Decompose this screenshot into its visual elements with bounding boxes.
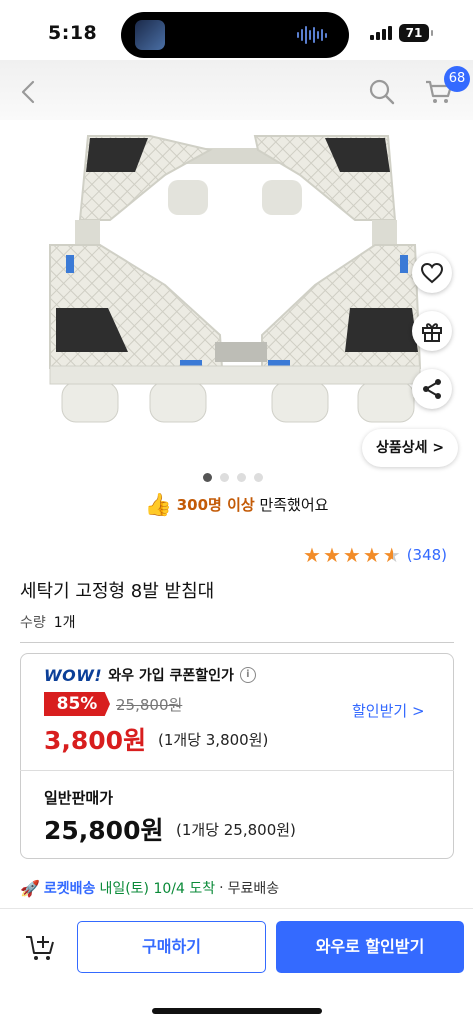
original-price: 25,800원: [116, 696, 183, 714]
quantity-label: 수량: [20, 615, 46, 631]
star-icon: ★: [362, 543, 381, 567]
star-icon: ★: [322, 543, 341, 567]
rocket-delivery: 로켓배송: [43, 881, 96, 897]
price-divider: [20, 770, 454, 771]
signal-icon: [370, 26, 392, 40]
gallery-dot[interactable]: [237, 473, 246, 482]
gallery-dot[interactable]: [220, 473, 229, 482]
status-time: 5:18: [48, 22, 98, 44]
rocket-icon: 🚀: [20, 878, 40, 898]
gift-icon: [422, 323, 442, 342]
heart-icon: [420, 262, 444, 284]
arrival-date: 내일(토) 10/4 도착: [99, 881, 216, 897]
share-icon: [423, 379, 441, 399]
satisfaction-banner: 👍 300명 이상 만족했어요: [0, 493, 473, 518]
star-icon: ★: [303, 543, 321, 567]
rating[interactable]: ★ ★ ★ ★ ★ (348): [303, 545, 447, 565]
product-detail-button[interactable]: 상품상세 >: [362, 429, 459, 467]
normal-unit-price: (1개당 25,800원): [176, 821, 296, 839]
add-to-cart-icon[interactable]: [24, 931, 56, 963]
satisfaction-highlight: 300명 이상: [176, 496, 255, 514]
delivery-info: 🚀 로켓배송 내일(토) 10/4 도착 · 무료배송: [20, 878, 279, 898]
separator: ·: [219, 880, 224, 896]
quantity: 수량 1개: [20, 612, 76, 632]
satisfaction-text: 만족했어요: [254, 496, 329, 514]
info-icon[interactable]: i: [239, 667, 256, 683]
app-icon: [135, 20, 165, 50]
review-count[interactable]: (348): [407, 546, 447, 564]
product-title: 세탁기 고정형 8발 받침대: [20, 581, 215, 602]
gallery-pagination: [203, 473, 263, 482]
star-icon: ★: [342, 543, 361, 567]
sale-unit-price: (1개당 3,800원): [158, 731, 269, 749]
buy-button[interactable]: 구매하기: [77, 921, 266, 973]
gallery-dot[interactable]: [203, 473, 212, 482]
gallery-dot[interactable]: [254, 473, 263, 482]
wow-label: 와우 가입 쿠폰할인가: [108, 668, 234, 684]
search-icon[interactable]: [368, 78, 396, 106]
share-button[interactable]: [412, 369, 452, 409]
star-half-icon: ★: [382, 543, 401, 567]
wow-discount-button[interactable]: 와우로 할인받기: [276, 921, 464, 973]
dynamic-island: [121, 12, 349, 58]
divider: [20, 642, 454, 643]
quantity-value: 1개: [53, 615, 76, 631]
cart-badge: 68: [444, 66, 470, 92]
chevron-left-icon[interactable]: [18, 78, 40, 106]
wow-coupon-row: WOW! 와우 가입 쿠폰할인가 i: [44, 665, 256, 685]
audio-wave-icon: [297, 26, 327, 44]
normal-price: 25,800원: [44, 816, 164, 845]
free-shipping: 무료배송: [227, 881, 280, 897]
battery-indicator: 71: [399, 24, 433, 42]
product-image[interactable]: [0, 120, 473, 460]
home-indicator[interactable]: [152, 1008, 322, 1014]
thumbs-up-icon: 👍: [144, 493, 172, 518]
discount-badge: 85%: [44, 692, 110, 716]
gift-button[interactable]: [412, 311, 452, 351]
heart-button[interactable]: [412, 253, 452, 293]
sale-price: 3,800원: [44, 726, 147, 755]
product-photo: [49, 135, 422, 423]
get-discount-link[interactable]: 할인받기 >: [352, 700, 425, 721]
wow-logo: WOW!: [44, 665, 103, 685]
normal-price-label: 일반판매가: [44, 789, 114, 807]
nav-bar: [0, 60, 473, 120]
